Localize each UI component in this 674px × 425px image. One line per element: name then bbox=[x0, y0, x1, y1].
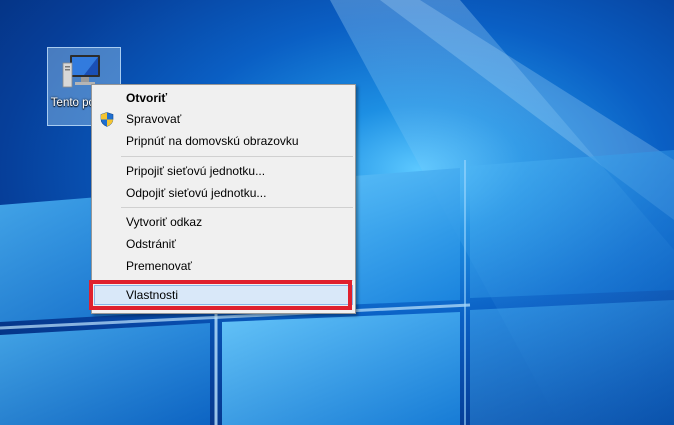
menu-item-label: Vytvoriť odkaz bbox=[126, 215, 203, 229]
menu-item-label: Premenovať bbox=[126, 259, 192, 273]
context-menu: Otvoriť Spravovať Pripnúť na domovskú ob… bbox=[91, 84, 356, 314]
menu-item-label: Spravovať bbox=[126, 112, 182, 126]
menu-item-label: Odpojiť sieťovú jednotku... bbox=[126, 186, 267, 200]
menu-item-properties[interactable]: Vlastnosti bbox=[94, 285, 353, 305]
menu-item-disconnect-network-drive[interactable]: Odpojiť sieťovú jednotku... bbox=[94, 183, 353, 203]
menu-item-label: Pripnúť na domovskú obrazovku bbox=[126, 134, 299, 148]
menu-separator bbox=[121, 207, 353, 208]
menu-item-open[interactable]: Otvoriť bbox=[94, 88, 353, 108]
menu-separator bbox=[121, 156, 353, 157]
menu-item-rename[interactable]: Premenovať bbox=[94, 256, 353, 276]
menu-item-label: Odstrániť bbox=[126, 237, 176, 251]
menu-item-label: Otvoriť bbox=[126, 91, 168, 105]
menu-separator bbox=[121, 280, 353, 281]
menu-item-delete[interactable]: Odstrániť bbox=[94, 234, 353, 254]
uac-shield-icon bbox=[100, 112, 114, 127]
menu-item-map-network-drive[interactable]: Pripojiť sieťovú jednotku... bbox=[94, 161, 353, 181]
menu-item-label: Pripojiť sieťovú jednotku... bbox=[126, 164, 266, 178]
desktop[interactable]: Tento počítač Otvoriť Spravovať Pripnúť … bbox=[0, 0, 674, 425]
menu-item-pin-to-start[interactable]: Pripnúť na domovskú obrazovku bbox=[94, 131, 353, 151]
menu-item-label: Vlastnosti bbox=[126, 288, 179, 302]
menu-item-manage[interactable]: Spravovať bbox=[94, 109, 353, 129]
menu-item-create-shortcut[interactable]: Vytvoriť odkaz bbox=[94, 212, 353, 232]
